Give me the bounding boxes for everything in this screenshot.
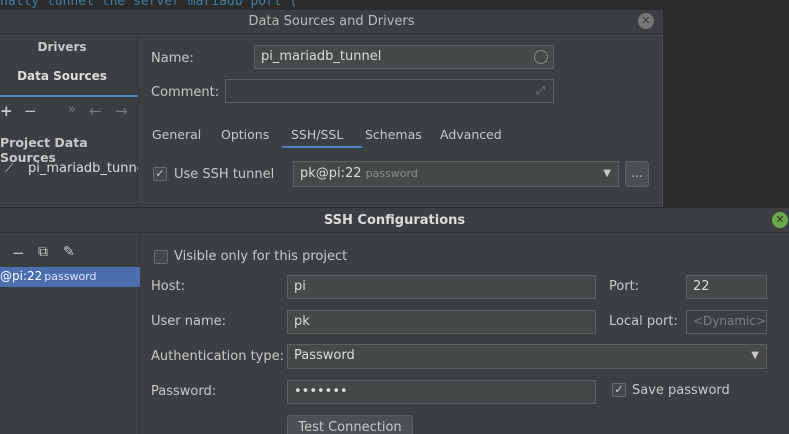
- username-input[interactable]: pk: [287, 310, 596, 334]
- active-tab-indicator: [0, 95, 138, 97]
- local-port-label: Local port:: [609, 314, 678, 329]
- data-source-settings: Name: pi_mariadb_tunnel Comment: ⤢ Gener…: [139, 34, 663, 210]
- use-ssh-tunnel-checkbox[interactable]: ✓: [153, 167, 167, 181]
- test-connection-button[interactable]: Test Connection: [287, 415, 413, 434]
- ssh-config-select[interactable]: pk@pi:22 password ▼: [293, 161, 619, 187]
- name-value: pi_mariadb_tunnel: [261, 49, 382, 64]
- username-label: User name:: [151, 314, 227, 329]
- dialog-title: Data Sources and Drivers: [248, 14, 415, 29]
- ssh-config-auth: password: [365, 167, 418, 180]
- remove-icon[interactable]: −: [24, 102, 37, 120]
- sidebar-item-pi-mariadb-tunnel[interactable]: ⟋ pi_mariadb_tunnel: [0, 158, 138, 180]
- list-item[interactable]: @pi:22 password: [0, 267, 140, 287]
- host-input[interactable]: pi: [287, 275, 596, 299]
- port-input[interactable]: 22: [686, 275, 767, 299]
- password-label: Password:: [151, 384, 217, 399]
- ssh-config-name: @pi:22: [0, 269, 43, 283]
- edit-icon[interactable]: ✎: [63, 244, 75, 260]
- back-arrow-icon[interactable]: ←: [89, 102, 102, 120]
- remove-icon[interactable]: −: [12, 244, 25, 262]
- expand-icon[interactable]: ⤢: [536, 84, 545, 98]
- ssh-configurations-dialog: SSH Configurations ✕ − ⧉ ✎ @pi:22 passwor…: [0, 207, 789, 434]
- editor-background-right: [663, 0, 789, 210]
- ssh-config-form: Visible only for this project Host: pi P…: [141, 234, 789, 434]
- comment-input[interactable]: [225, 79, 554, 103]
- chevron-down-icon: ▼: [751, 350, 759, 361]
- tab-ssh-ssl[interactable]: SSH/SSL: [291, 127, 343, 142]
- forward-arrow-icon[interactable]: →: [115, 102, 128, 120]
- tab-options[interactable]: Options: [221, 127, 269, 142]
- settings-tabs: General Options SSH/SSL Schemas Advanced: [139, 124, 663, 148]
- editor-code-line: nally tunnel the server mariadb port (: [0, 0, 298, 9]
- ssh-config-value: pk@pi:22: [300, 166, 362, 181]
- more-icon[interactable]: »: [68, 102, 76, 117]
- use-ssh-tunnel-label: Use SSH tunnel: [174, 167, 275, 182]
- save-password-label: Save password: [632, 383, 730, 398]
- visible-only-label: Visible only for this project: [174, 249, 348, 264]
- host-value: pi: [294, 279, 306, 294]
- sidebar-tab-drivers[interactable]: Drivers: [0, 40, 124, 54]
- port-value: 22: [693, 279, 710, 294]
- data-sources-sidebar: Drivers Data Sources + − » ← → Project D…: [0, 34, 138, 210]
- tab-general[interactable]: General: [152, 127, 201, 142]
- active-tab-indicator: [282, 146, 362, 148]
- sidebar-toolbar: − ⧉ ✎: [0, 244, 140, 266]
- connection-icon: ⟋: [5, 161, 14, 175]
- name-input[interactable]: pi_mariadb_tunnel: [254, 45, 554, 69]
- ssh-config-more-button[interactable]: ...: [625, 161, 649, 187]
- ssh-config-auth: password: [44, 270, 97, 283]
- password-value: •••••••: [294, 384, 348, 399]
- close-icon[interactable]: ✕: [772, 212, 788, 228]
- local-port-input[interactable]: <Dynamic>: [686, 310, 767, 334]
- add-icon[interactable]: +: [0, 102, 13, 120]
- dialog-titlebar: Data Sources and Drivers ✕: [0, 10, 663, 34]
- data-sources-dialog: Data Sources and Drivers ✕ Drivers Data …: [0, 10, 663, 210]
- username-value: pk: [294, 314, 310, 329]
- name-label: Name:: [151, 51, 194, 66]
- sidebar-toolbar: + − » ← →: [0, 98, 138, 124]
- visible-only-checkbox[interactable]: [154, 250, 168, 264]
- tab-schemas[interactable]: Schemas: [365, 127, 422, 142]
- auth-type-value: Password: [294, 348, 355, 363]
- sidebar-item-label: pi_mariadb_tunnel: [28, 161, 138, 176]
- color-picker-icon[interactable]: [534, 50, 548, 64]
- port-label: Port:: [609, 279, 640, 294]
- password-input[interactable]: •••••••: [287, 380, 596, 404]
- dialog-title: SSH Configurations: [323, 213, 466, 228]
- chevron-down-icon: ▼: [603, 168, 611, 179]
- copy-icon[interactable]: ⧉: [38, 244, 48, 260]
- auth-type-select[interactable]: Password ▼: [287, 344, 767, 369]
- dialog-titlebar: SSH Configurations ✕: [0, 208, 789, 233]
- sidebar-tab-data-sources[interactable]: Data Sources: [0, 69, 124, 83]
- tab-advanced[interactable]: Advanced: [440, 127, 502, 142]
- local-port-placeholder: <Dynamic>: [693, 314, 767, 328]
- ssh-config-sidebar: − ⧉ ✎ @pi:22 password: [0, 234, 140, 434]
- host-label: Host:: [151, 279, 185, 294]
- close-icon[interactable]: ✕: [638, 13, 654, 29]
- comment-label: Comment:: [151, 85, 220, 100]
- auth-type-label: Authentication type:: [151, 349, 284, 364]
- save-password-checkbox[interactable]: ✓: [612, 383, 626, 397]
